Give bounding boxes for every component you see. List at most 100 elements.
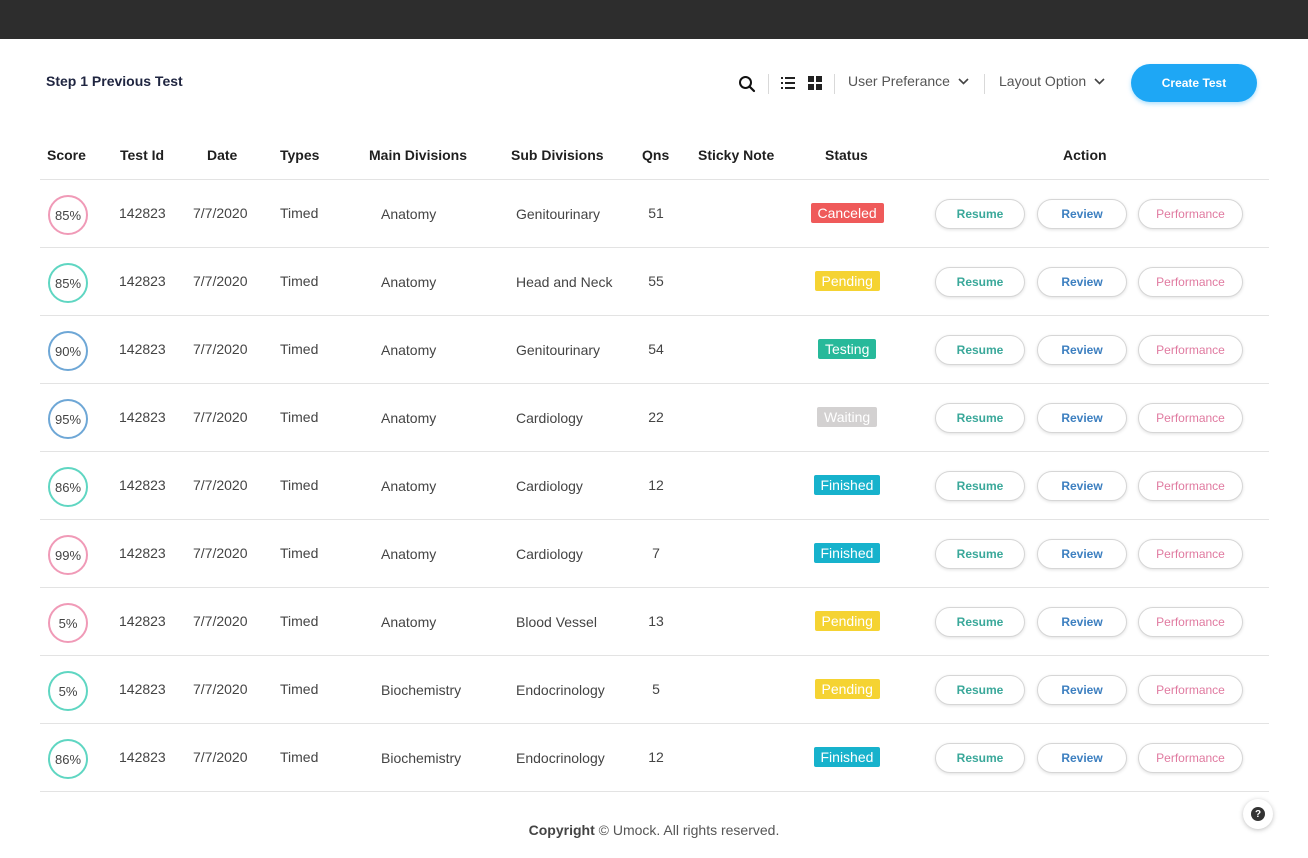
resume-button[interactable]: Resume: [935, 607, 1025, 637]
help-button[interactable]: ?: [1243, 799, 1273, 829]
main-division-cell: Biochemistry: [381, 682, 462, 698]
status-badge: Waiting: [817, 407, 878, 427]
table-row: 86% 142823 7/7/2020 Timed Biochemistry E…: [40, 724, 1269, 792]
header-sticky-note: Sticky Note: [698, 147, 775, 163]
header-score: Score: [47, 147, 86, 163]
resume-button[interactable]: Resume: [935, 199, 1025, 229]
test-id-cell: 142823: [119, 341, 166, 357]
grid-view-icon[interactable]: [808, 76, 822, 90]
review-button[interactable]: Review: [1037, 403, 1127, 433]
score-value: 85%: [54, 207, 82, 223]
header-test-id: Test Id: [120, 147, 165, 163]
user-preference-label: User Preferance: [848, 73, 950, 89]
score-ring: 85%: [48, 195, 88, 235]
score-value: 86%: [54, 479, 82, 495]
review-button[interactable]: Review: [1037, 539, 1127, 569]
sub-division-cell: Cardiology: [516, 478, 583, 494]
status-badge: Finished: [813, 475, 881, 495]
tests-table: Score Test Id Date Types Main Divisions …: [40, 136, 1269, 792]
review-button[interactable]: Review: [1037, 335, 1127, 365]
main-division-cell: Anatomy: [381, 410, 437, 426]
toolbar-divider: [834, 74, 835, 94]
test-id-cell: 142823: [119, 749, 166, 765]
resume-button[interactable]: Resume: [935, 335, 1025, 365]
type-cell: Timed: [280, 749, 319, 765]
qns-cell: 12: [648, 749, 664, 765]
chevron-down-icon: [1094, 77, 1105, 85]
main-division-cell: Biochemistry: [381, 750, 462, 766]
sub-division-cell: Blood Vessel: [516, 614, 597, 630]
header-date: Date: [207, 147, 238, 163]
search-icon[interactable]: [738, 75, 756, 93]
score-ring: 95%: [48, 399, 88, 439]
table-row: 86% 142823 7/7/2020 Timed Anatomy Cardio…: [40, 452, 1269, 520]
status-badge: Testing: [818, 339, 877, 359]
test-id-cell: 142823: [119, 409, 166, 425]
performance-button[interactable]: Performance: [1138, 267, 1243, 297]
copyright-label: Copyright: [528, 822, 595, 838]
table-row: 99% 142823 7/7/2020 Timed Anatomy Cardio…: [40, 520, 1269, 588]
sub-division-cell: Genitourinary: [516, 342, 601, 358]
toolbar-divider: [984, 74, 985, 94]
review-button[interactable]: Review: [1037, 743, 1127, 773]
performance-button[interactable]: Performance: [1138, 199, 1243, 229]
type-cell: Timed: [280, 477, 319, 493]
main-division-cell: Anatomy: [381, 274, 437, 290]
resume-button[interactable]: Resume: [935, 403, 1025, 433]
type-cell: Timed: [280, 681, 319, 697]
performance-button[interactable]: Performance: [1138, 403, 1243, 433]
review-button[interactable]: Review: [1037, 267, 1127, 297]
status-badge: Pending: [814, 679, 880, 699]
table-body: 85% 142823 7/7/2020 Timed Anatomy Genito…: [40, 180, 1269, 792]
review-button[interactable]: Review: [1037, 675, 1127, 705]
performance-button[interactable]: Performance: [1138, 471, 1243, 501]
score-ring: 90%: [48, 331, 88, 371]
layout-option-dropdown[interactable]: Layout Option: [999, 73, 1105, 89]
header-status: Status: [825, 147, 868, 163]
status-badge: Canceled: [810, 203, 884, 223]
resume-button[interactable]: Resume: [935, 267, 1025, 297]
qns-cell: 22: [648, 409, 664, 425]
status-badge: Finished: [813, 543, 881, 563]
header-types: Types: [280, 147, 320, 163]
performance-button[interactable]: Performance: [1138, 335, 1243, 365]
type-cell: Timed: [280, 273, 319, 289]
review-button[interactable]: Review: [1037, 199, 1127, 229]
chevron-down-icon: [958, 77, 969, 85]
score-ring: 85%: [48, 263, 88, 303]
score-value: 86%: [54, 751, 82, 767]
qns-cell: 54: [648, 341, 664, 357]
performance-button[interactable]: Performance: [1138, 539, 1243, 569]
type-cell: Timed: [280, 613, 319, 629]
review-button[interactable]: Review: [1037, 471, 1127, 501]
test-id-cell: 142823: [119, 477, 166, 493]
user-preference-dropdown[interactable]: User Preferance: [848, 73, 969, 89]
review-button[interactable]: Review: [1037, 607, 1127, 637]
performance-button[interactable]: Performance: [1138, 675, 1243, 705]
main-division-cell: Anatomy: [381, 206, 437, 222]
list-view-icon[interactable]: [781, 76, 795, 90]
resume-button[interactable]: Resume: [935, 675, 1025, 705]
performance-button[interactable]: Performance: [1138, 743, 1243, 773]
qns-cell: 51: [648, 205, 664, 221]
sub-division-cell: Cardiology: [516, 410, 583, 426]
table-header: Score Test Id Date Types Main Divisions …: [40, 136, 1269, 180]
resume-button[interactable]: Resume: [935, 539, 1025, 569]
date-cell: 7/7/2020: [193, 613, 248, 629]
main-division-cell: Anatomy: [381, 546, 437, 562]
qns-cell: 7: [652, 545, 660, 561]
resume-button[interactable]: Resume: [935, 743, 1025, 773]
toolbar-divider: [768, 74, 769, 94]
table-row: 95% 142823 7/7/2020 Timed Anatomy Cardio…: [40, 384, 1269, 452]
resume-button[interactable]: Resume: [935, 471, 1025, 501]
score-ring: 86%: [48, 739, 88, 779]
header-sub-divisions: Sub Divisions: [511, 147, 604, 163]
table-row: 5% 142823 7/7/2020 Timed Anatomy Blood V…: [40, 588, 1269, 656]
table-row: 5% 142823 7/7/2020 Timed Biochemistry En…: [40, 656, 1269, 724]
date-cell: 7/7/2020: [193, 545, 248, 561]
performance-button[interactable]: Performance: [1138, 607, 1243, 637]
qns-cell: 12: [648, 477, 664, 493]
create-test-button[interactable]: Create Test: [1131, 64, 1257, 102]
sub-division-cell: Endocrinology: [516, 750, 605, 766]
score-value: 99%: [54, 547, 82, 563]
